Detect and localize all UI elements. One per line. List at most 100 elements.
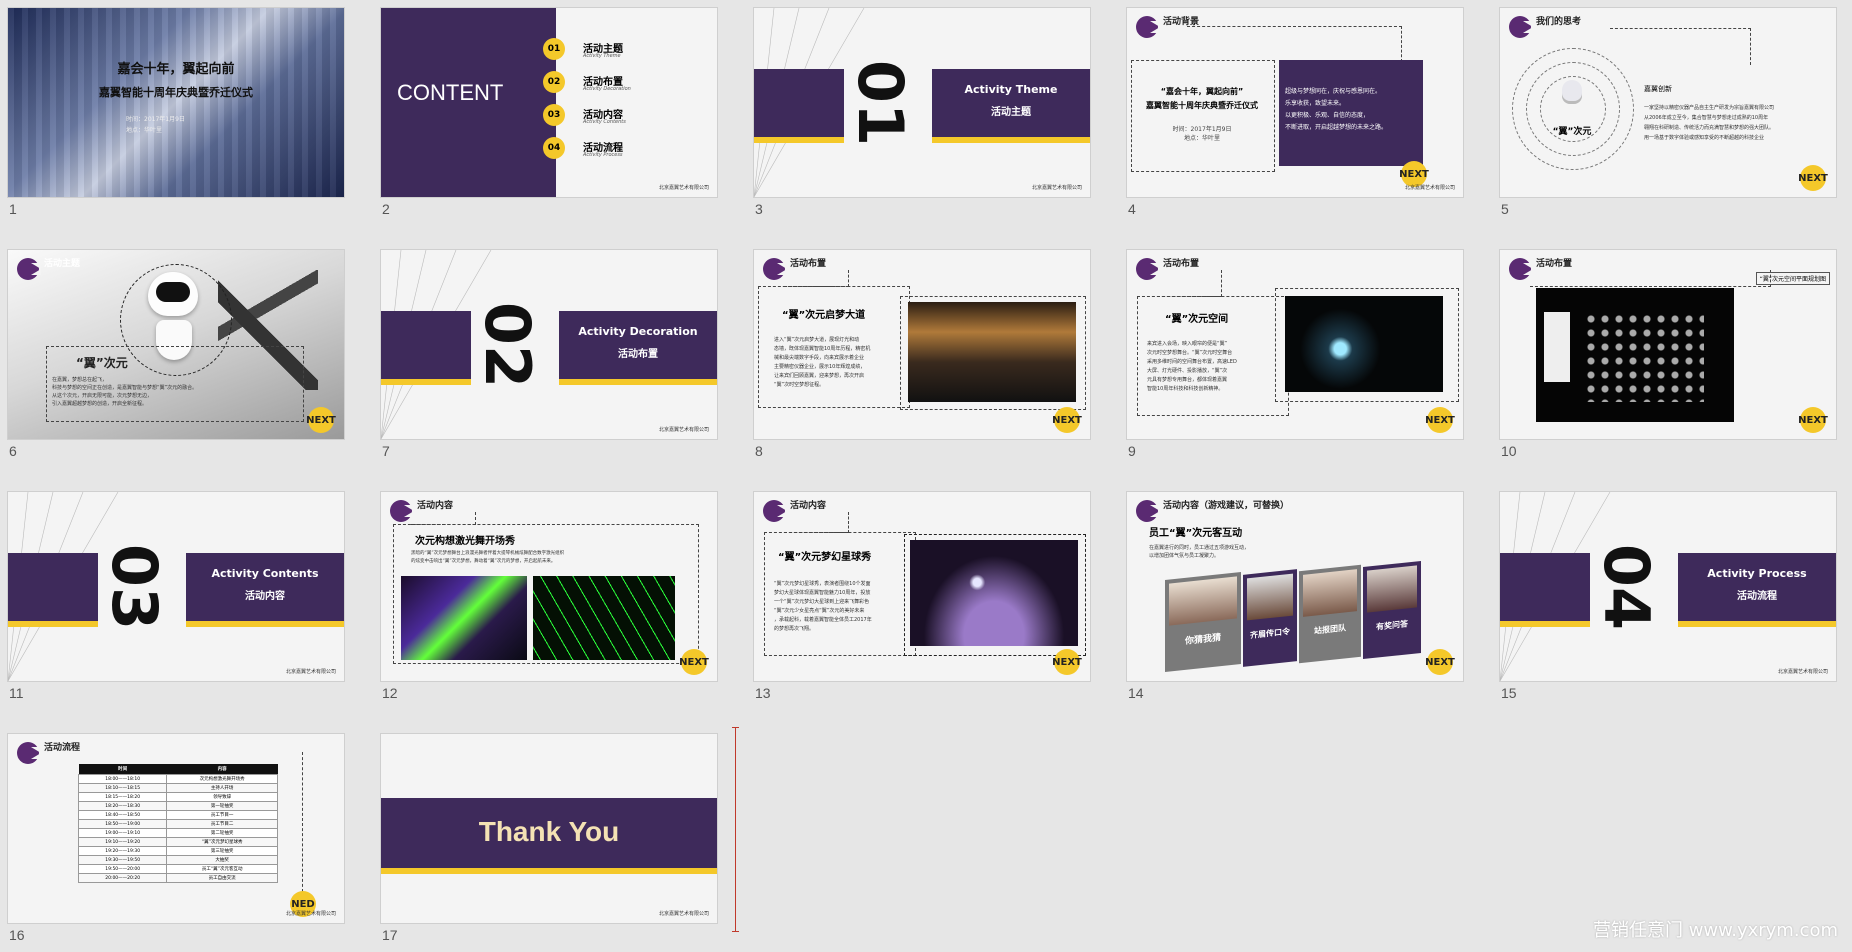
table-row: 18:20——18:30 第一轮抽奖 — [77, 801, 278, 811]
content-heading: “翼”次元启梦大道 — [782, 310, 866, 321]
toc-item-3[interactable]: 03 活动内容 Activity Contents — [543, 104, 713, 132]
slide-thumbnail-14[interactable]: 活动内容（游戏建议，可替换） 员工“翼”次元客互动 在嘉翼进行的同时，员工通过五… — [1127, 492, 1463, 681]
next-button[interactable]: NEXT — [1425, 649, 1455, 675]
plan-stage — [1544, 312, 1570, 382]
toc-item-2[interactable]: 02 活动布置 Activity Decoration — [543, 71, 713, 99]
next-button[interactable]: NEXT — [1052, 407, 1082, 433]
table-row: 18:00——18:10 次元构想激光舞开场秀 — [77, 774, 278, 784]
next-button[interactable]: NEXT — [306, 407, 336, 433]
floor-plan-image — [1536, 288, 1734, 422]
content-line-1: 在嘉翼进行的同时，员工通过五项游戏互动， — [1149, 545, 1250, 551]
game-card-label: 有奖问答 — [1376, 619, 1408, 632]
company-footer: 北京嘉翼艺术有限公司 — [1404, 185, 1455, 191]
slide-tag: 活动布置 — [790, 259, 827, 269]
section-title-en: Activity Contents — [211, 567, 319, 580]
slide1-title: 嘉会十年，翼起向前 — [117, 62, 235, 77]
slide-tag: 活动布置 — [1536, 259, 1573, 269]
toc-item-4[interactable]: 04 活动流程 Activity Process — [543, 137, 713, 165]
dashed-connector — [784, 512, 849, 533]
think-heading: 嘉翼创新 — [1644, 85, 1672, 93]
slide-thumbnail-13[interactable]: 活动内容 “翼”次元梦幻星球秀 “翼”次元梦幻星球秀，表演者围绕10个发面 梦幻… — [754, 492, 1090, 681]
section-title-en: Activity Decoration — [578, 325, 698, 338]
think-line-3: 翱翔在科研制造、传统活力而充满智慧和梦想的强大团队。 — [1644, 125, 1775, 131]
thanks-bar-accent — [381, 868, 717, 874]
content-heading: “翼”次元梦幻星球秀 — [778, 552, 872, 563]
slide-number: 10 — [1501, 443, 1517, 459]
table-cell-time: 18:40——18:50 — [77, 810, 168, 820]
section-bar-left — [381, 311, 471, 379]
game-card-2[interactable]: 齐眉传口令 — [1243, 569, 1297, 667]
next-button[interactable]: NEXT — [1052, 649, 1082, 675]
table-header-content: 内容 — [217, 767, 227, 772]
content-heading: 员工“翼”次元客互动 — [1149, 528, 1243, 539]
content-line-6: 的梦想再次飞翔。 — [774, 626, 815, 632]
table-cell-content: 第二轮抽奖 — [166, 828, 278, 838]
slide-thumbnail-7[interactable]: 02 Activity Decoration 活动布置 北京嘉翼艺术有限公司 — [381, 250, 717, 439]
slide-number: 16 — [9, 927, 25, 943]
content-title: CONTENT — [397, 80, 504, 105]
slide-number: 9 — [1128, 443, 1136, 459]
content-line-4: 主要精密仪器企业，展示10年辉煌成绩， — [774, 364, 866, 370]
content-line-2: 梦幻大星球体现嘉翼智能魅力10周年，投放 — [774, 590, 871, 596]
table-cell-content: 次元构想激光舞开场秀 — [166, 774, 278, 784]
slide-tag: 活动布置 — [1163, 259, 1200, 269]
city-background — [8, 8, 344, 197]
section-bar-left-accent — [381, 379, 471, 385]
slide-number: 5 — [1501, 201, 1509, 217]
table-cell-time: 18:20——18:30 — [77, 801, 168, 811]
table-cell-time: 19:20——19:30 — [77, 846, 168, 856]
slide-number: 13 — [755, 685, 771, 701]
section-number: 03 — [98, 543, 172, 631]
slide-thumbnail-12[interactable]: 活动内容 次元构想激光舞开场秀 黑暗的“翼”次元梦想舞台上浪漫光舞者伴着大提琴机… — [381, 492, 717, 681]
slide-thumbnail-17[interactable]: Thank You 北京嘉翼艺术有限公司 — [381, 734, 717, 923]
content-line-3: 械和最尖端数字手段，向来宾展示着企业 — [774, 355, 865, 361]
table-cell-time: 18:15——18:20 — [77, 792, 168, 802]
slide-thumbnail-6[interactable]: 活动主题 “翼”次元 在嘉翼，梦想总在起飞， 科技与梦想的空间正在创造，是嘉翼智… — [8, 250, 344, 439]
table-row: 19:30——19:50 大抽奖 — [77, 855, 278, 865]
slide-thumbnail-9[interactable]: 活动布置 “翼”次元空间 来宾进入会场，映入眼帘的便是“翼” 次元时空梦想舞台。… — [1127, 250, 1463, 439]
content-line-5: ，承载起科，载着嘉翼智能全体员工2017年 — [774, 617, 872, 623]
table-cell-time: 18:50——19:00 — [77, 819, 168, 829]
stage-photo — [1285, 296, 1443, 392]
slide-number: 17 — [382, 927, 398, 943]
thanks-text: Thank You — [478, 816, 620, 847]
game-card-4[interactable]: 有奖问答 — [1363, 560, 1421, 660]
next-button[interactable]: NEXT — [679, 649, 709, 675]
table-row: 18:40——18:50 员工节目一 — [77, 810, 278, 820]
company-footer: 北京嘉翼艺术有限公司 — [285, 669, 336, 675]
game-card-3[interactable]: 站报团队 — [1299, 564, 1361, 664]
next-button[interactable]: NEXT — [1425, 407, 1455, 433]
table-cell-time: 20:00——20:20 — [77, 873, 168, 883]
slide-thumbnail-10[interactable]: 活动布置 “翼”次元空间平面规划图 NEXT — [1500, 250, 1836, 439]
pacman-logo-icon — [1509, 258, 1533, 280]
slide-thumbnail-5[interactable]: 我们的思考 “翼”次元 嘉翼创新 一家坚持以精密仪器产品自主生产研发为宗旨嘉翼有… — [1500, 8, 1836, 197]
content-line-1: 黑暗的“翼”次元梦想舞台上浪漫光舞者伴着大提琴机械炫舞配合数字激光组织 — [411, 551, 565, 556]
table-cell-content: 员工节目二 — [166, 819, 278, 829]
slide-number: 7 — [382, 443, 390, 459]
pacman-logo-icon — [1136, 258, 1160, 280]
bg-line-4: 不断进取，开启超越梦想的未来之路。 — [1285, 124, 1388, 131]
next-button[interactable]: NEXT — [1798, 407, 1828, 433]
slide-thumbnail-16[interactable]: 活动流程 时间 内容 18:00——18:10 次元构想激光舞开场秀 18:10——… — [8, 734, 344, 923]
slide-number: 14 — [1128, 685, 1144, 701]
slide-thumbnail-15[interactable]: 04 Activity Process 活动流程 北京嘉翼艺术有限公司 — [1500, 492, 1836, 681]
company-footer: 北京嘉翼艺术有限公司 — [658, 185, 709, 191]
toc-item-1[interactable]: 01 活动主题 Activity Theme — [543, 38, 713, 66]
slide1-meta-place: 地点：华叶里 — [126, 127, 163, 134]
next-button[interactable]: NEXT — [1798, 165, 1828, 191]
slide-thumbnail-3[interactable]: 01 Activity Theme 活动主题 北京嘉翼艺术有限公司 — [754, 8, 1090, 197]
slide1-meta-time: 时间：2017年1月9日 — [126, 116, 185, 123]
slide-thumbnail-4[interactable]: 活动背景 “嘉会十年，翼起向前” 嘉翼智能十周年庆典暨乔迁仪式 时间：2017年… — [1127, 8, 1463, 197]
slide-thumbnail-8[interactable]: 活动布置 “翼”次元启梦大道 进入“翼”次元启梦大道，展现灯光和动 态墙，既体现… — [754, 250, 1090, 439]
slide-thumbnail-1[interactable]: 嘉会十年，翼起向前 嘉翼智能十周年庆典暨乔迁仪式 时间：2017年1月9日 地点… — [8, 8, 344, 197]
table-row: 19:20——19:30 第三轮抽奖 — [77, 846, 278, 856]
table-cell-content: 员工“翼”次元客互动 — [166, 864, 278, 874]
think-line-1: 一家坚持以精密仪器产品自主生产研发为宗旨嘉翼有限公司 — [1644, 105, 1775, 111]
game-card-1[interactable]: 你猜我猜 — [1165, 572, 1241, 672]
slide-thumbnail-2[interactable]: CONTENT 01 活动主题 Activity Theme 02 活动布置 A… — [381, 8, 717, 197]
slide-thumbnail-11[interactable]: 03 Activity Contents 活动内容 北京嘉翼艺术有限公司 — [8, 492, 344, 681]
insertion-cursor — [735, 727, 736, 932]
laser-photo-1 — [401, 576, 527, 660]
content-line-5: 元具有梦想专用舞台，都体现着嘉翼 — [1147, 377, 1228, 383]
content-line-6: “翼”次时空梦想征程。 — [774, 382, 825, 388]
